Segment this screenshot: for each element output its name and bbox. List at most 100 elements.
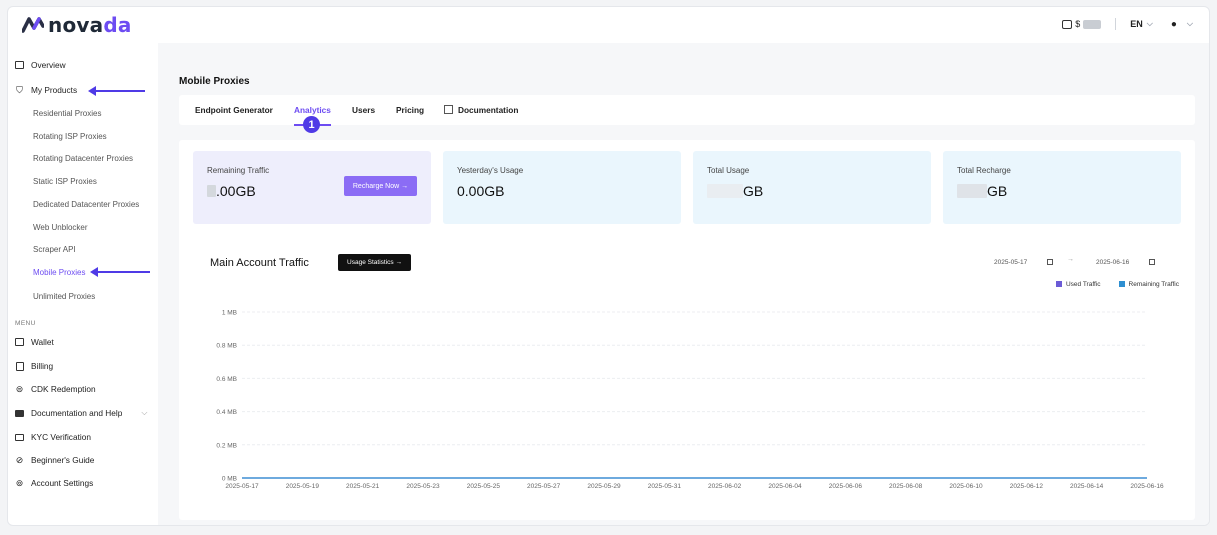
legend-item-remaining[interactable]: Remaining Traffic [1118, 281, 1179, 288]
legend-swatch [1055, 281, 1062, 287]
tab-documentation[interactable]: Documentation [444, 105, 518, 115]
legend-label: Used Traffic [1065, 281, 1101, 288]
x-tick-label: 2025-05-29 [587, 483, 621, 490]
balance-prefix: $ [1075, 19, 1081, 29]
sidebar-item-label: Documentation and Help [31, 408, 123, 418]
x-tick-label: 2025-05-27 [527, 483, 561, 490]
sidebar-item-documentation[interactable]: Documentation and Help ⌵ [15, 408, 147, 418]
sidebar-item-cdk[interactable]: ⊜ CDK Redemption [15, 383, 96, 395]
y-tick-label: 0.8 MB [216, 343, 237, 350]
x-tick-label: 2025-05-21 [346, 483, 380, 490]
tab-label: Documentation [458, 105, 519, 115]
date-start: 2025-05-17 [994, 258, 1028, 266]
tab-pricing[interactable]: Pricing [396, 105, 424, 115]
brand-logo[interactable]: novada [22, 13, 132, 37]
value-suffix: GB [987, 183, 1008, 199]
tab-analytics[interactable]: Analytics [294, 105, 331, 115]
card-value: .00GB [207, 183, 256, 199]
calendar-icon [1149, 259, 1156, 265]
card-label: Total Recharge [957, 166, 1011, 175]
tab-endpoint-generator[interactable]: Endpoint Generator [195, 105, 273, 115]
x-tick-label: 2025-05-19 [286, 483, 320, 490]
y-tick-label: 0 MB [222, 476, 237, 483]
date-range-separator: → [1067, 256, 1074, 263]
card-total-recharge: Total Recharge GB [943, 151, 1181, 224]
language-label: EN [1130, 19, 1143, 29]
card-value: GB [707, 183, 763, 199]
sidebar-item-label: My Products [31, 85, 78, 95]
legend-label: Remaining Traffic [1128, 281, 1179, 288]
card-total-usage: Total Usage GB [693, 151, 931, 224]
wallet-icon [1062, 19, 1073, 29]
value-redacted [207, 185, 216, 197]
sidebar-subitem-rotating-isp[interactable]: Rotating ISP Proxies [33, 132, 107, 141]
wallet-icon [15, 338, 24, 347]
balance-chip[interactable]: $ [1062, 19, 1102, 29]
sidebar-item-label: Overview [31, 60, 66, 70]
card-yesterday-usage: Yesterday's Usage 0.00GB [443, 151, 681, 224]
x-tick-label: 2025-06-10 [949, 483, 983, 490]
sidebar-item-kyc[interactable]: KYC Verification [15, 432, 91, 442]
sidebar-item-overview[interactable]: Overview [15, 60, 66, 70]
x-tick-label: 2025-06-02 [708, 483, 742, 490]
compass-icon: ⊘ [15, 454, 24, 465]
recharge-now-button[interactable]: Recharge Now → [344, 176, 417, 196]
x-tick-label: 2025-06-06 [829, 483, 863, 490]
external-link-icon [444, 105, 453, 114]
x-tick-label: 2025-06-12 [1010, 483, 1044, 490]
sidebar: Overview ⛉ My Products Residential Proxi… [8, 49, 158, 524]
redeem-icon: ⊜ [15, 383, 24, 394]
sidebar-subitem-residential[interactable]: Residential Proxies [33, 109, 101, 118]
card-remaining-traffic: Remaining Traffic .00GB Recharge Now → [193, 151, 431, 224]
sidebar-subitem-rotating-datacenter[interactable]: Rotating Datacenter Proxies [33, 154, 133, 163]
value-suffix: .00GB [216, 183, 256, 199]
date-end-picker[interactable]: 2025-06-16 [1096, 255, 1156, 269]
sidebar-item-account-settings[interactable]: ⊚ Account Settings [15, 477, 94, 489]
usage-statistics-button[interactable]: Usage Statistics → [338, 254, 411, 271]
main-content: Mobile Proxies Endpoint Generator Analyt… [158, 43, 1209, 525]
y-tick-label: 0.2 MB [216, 442, 237, 449]
sidebar-item-label: Beginner's Guide [31, 455, 95, 465]
app-window: novada $ EN ⌵ ● ⌵ Overview ⛉ My Products… [7, 6, 1210, 526]
chevron-down-icon: ⌵ [1186, 19, 1193, 28]
date-start-picker[interactable]: 2025-05-17 [994, 255, 1054, 269]
sidebar-subitem-web-unblocker[interactable]: Web Unblocker [33, 223, 88, 232]
sidebar-subitem-dedicated-datacenter[interactable]: Dedicated Datacenter Proxies [33, 200, 139, 209]
chart-title: Main Account Traffic [210, 257, 309, 269]
sidebar-subitem-mobile-proxies[interactable]: Mobile Proxies [33, 268, 85, 277]
card-label: Yesterday's Usage [457, 166, 524, 175]
book-icon [15, 409, 24, 418]
legend-swatch [1118, 281, 1125, 287]
card-label: Total Usage [707, 166, 750, 175]
date-end: 2025-06-16 [1096, 258, 1130, 266]
page-title: Mobile Proxies [179, 76, 250, 87]
y-tick-label: 0.6 MB [216, 376, 237, 383]
value-redacted [707, 184, 743, 198]
id-card-icon [15, 433, 24, 442]
language-selector[interactable]: EN ⌵ [1130, 19, 1153, 29]
user-menu[interactable]: ● ⌵ [1171, 19, 1193, 30]
sidebar-item-billing[interactable]: Billing [15, 361, 53, 371]
header-divider [1115, 18, 1117, 30]
y-tick-label: 1 MB [222, 310, 237, 317]
x-tick-label: 2025-06-16 [1130, 483, 1164, 490]
settings-icon: ⊚ [15, 477, 24, 488]
chevron-down-icon: ⌵ [1146, 19, 1153, 28]
menu-section-label: MENU [15, 320, 36, 327]
sidebar-item-beginners-guide[interactable]: ⊘ Beginner's Guide [15, 454, 95, 466]
cart-icon: ⛉ [16, 84, 23, 95]
billing-icon [15, 361, 24, 371]
sidebar-item-label: Account Settings [31, 478, 94, 488]
card-value: GB [957, 183, 1007, 199]
x-tick-label: 2025-05-25 [467, 483, 501, 490]
sidebar-item-wallet[interactable]: Wallet [15, 337, 54, 347]
sidebar-subitem-scraper-api[interactable]: Scraper API [33, 245, 76, 254]
user-icon: ● [1170, 18, 1177, 30]
sidebar-subitem-unlimited[interactable]: Unlimited Proxies [33, 292, 95, 301]
legend-item-used[interactable]: Used Traffic [1055, 281, 1101, 288]
card-label: Remaining Traffic [207, 166, 270, 175]
sidebar-subitem-static-isp[interactable]: Static ISP Proxies [33, 177, 97, 186]
x-tick-label: 2025-05-31 [648, 483, 682, 490]
sidebar-item-my-products[interactable]: ⛉ My Products [15, 84, 78, 96]
tab-users[interactable]: Users [352, 105, 375, 115]
